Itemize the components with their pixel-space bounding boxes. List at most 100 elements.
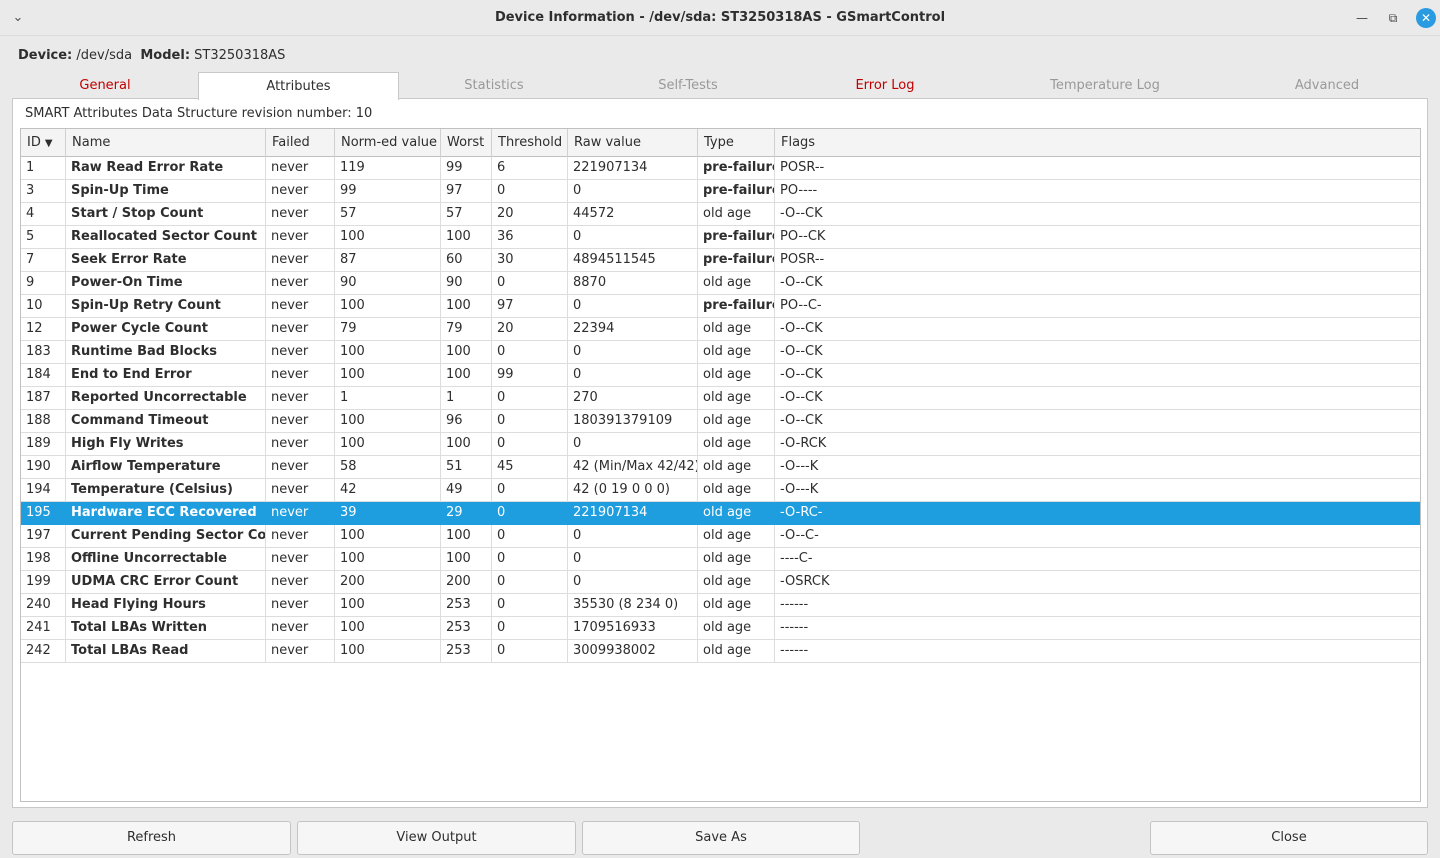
cell-worst: 100 <box>441 295 492 317</box>
table-row[interactable]: 5 Reallocated Sector Count never 100 100 36 0 p… <box>21 226 1420 249</box>
sort-descending-icon: ▼ <box>44 138 53 149</box>
table-row[interactable]: 1 Raw Read Error Rate never 119 99 6 221907134… <box>21 157 1420 180</box>
close-button[interactable]: Close <box>1150 821 1428 855</box>
column-header-failed[interactable]: Failed <box>266 129 335 157</box>
tab-self-tests[interactable]: Self-Tests <box>589 72 787 99</box>
cell-name: Temperature (Celsius) <box>66 479 266 501</box>
cell-failed: never <box>266 433 335 455</box>
cell-norm: 57 <box>335 203 441 225</box>
cell-type: old age <box>698 410 775 432</box>
cell-failed: never <box>266 594 335 616</box>
table-row[interactable]: 10 Spin-Up Retry Count never 100 100 97 0 pre-f… <box>21 295 1420 318</box>
column-header-normed-value[interactable]: Norm-ed value <box>335 129 441 157</box>
cell-id: 5 <box>21 226 66 248</box>
tab-advanced[interactable]: Advanced <box>1227 72 1427 99</box>
cell-failed: never <box>266 318 335 340</box>
table-row[interactable]: 241 Total LBAs Written never 100 253 0 1709516… <box>21 617 1420 640</box>
cell-raw: 35530 (8 234 0) <box>568 594 698 616</box>
cell-worst: 57 <box>441 203 492 225</box>
refresh-button[interactable]: Refresh <box>12 821 291 855</box>
cell-flags: -O-RCK <box>780 436 827 451</box>
column-header-worst[interactable]: Worst <box>441 129 492 157</box>
table-row[interactable]: 4 Start / Stop Count never 57 57 20 44572 old a… <box>21 203 1420 226</box>
tab-statistics[interactable]: Statistics <box>399 72 589 99</box>
cell-worst: 1 <box>441 387 492 409</box>
table-row[interactable]: 188 Command Timeout never 100 96 0 18039137910… <box>21 410 1420 433</box>
table-row[interactable]: 183 Runtime Bad Blocks never 100 100 0 0 old ag… <box>21 341 1420 364</box>
column-header-raw-value[interactable]: Raw value <box>568 129 698 157</box>
cell-worst: 253 <box>441 640 492 662</box>
cell-name: UDMA CRC Error Count <box>66 571 266 593</box>
table-row[interactable]: 199 UDMA CRC Error Count never 200 200 0 0 old … <box>21 571 1420 594</box>
cell-worst: 253 <box>441 594 492 616</box>
cell-id: 187 <box>21 387 66 409</box>
cell-id: 241 <box>21 617 66 639</box>
column-header-flags[interactable]: Flags <box>775 129 1420 157</box>
cell-type: old age <box>698 364 775 386</box>
table-row[interactable]: 242 Total LBAs Read never 100 253 0 3009938002… <box>21 640 1420 663</box>
table-row[interactable]: 190 Airflow Temperature never 58 51 45 42 (Min… <box>21 456 1420 479</box>
cell-id: 190 <box>21 456 66 478</box>
table-row[interactable]: 240 Head Flying Hours never 100 253 0 35530 (8… <box>21 594 1420 617</box>
table-header: ID ▼ Name Failed Norm-ed value Worst Thre… <box>21 129 1420 157</box>
table-row[interactable]: 195 Hardware ECC Recovered never 39 29 0 22190… <box>21 502 1420 525</box>
cell-raw: 1709516933 <box>568 617 698 639</box>
maximize-icon[interactable]: ⧉ <box>1384 9 1402 27</box>
column-header-threshold[interactable]: Threshold <box>492 129 568 157</box>
window-title: Device Information - /dev/sda: ST3250318… <box>494 10 946 25</box>
cell-worst: 100 <box>441 364 492 386</box>
table-row[interactable]: 194 Temperature (Celsius) never 42 49 0 42 (0 … <box>21 479 1420 502</box>
cell-thresh: 0 <box>492 525 568 547</box>
cell-worst: 60 <box>441 249 492 271</box>
table-row[interactable]: 12 Power Cycle Count never 79 79 20 22394 old a… <box>21 318 1420 341</box>
table-row[interactable]: 189 High Fly Writes never 100 100 0 0 old age -O… <box>21 433 1420 456</box>
table-row[interactable]: 184 End to End Error never 100 100 99 0 old age… <box>21 364 1420 387</box>
cell-flags: ------ <box>780 620 809 635</box>
table-row[interactable]: 3 Spin-Up Time never 99 97 0 0 pre-failure PO---… <box>21 180 1420 203</box>
cell-raw: 0 <box>568 525 698 547</box>
cell-norm: 79 <box>335 318 441 340</box>
column-header-name[interactable]: Name <box>66 129 266 157</box>
cell-worst: 253 <box>441 617 492 639</box>
cell-worst: 51 <box>441 456 492 478</box>
table-row[interactable]: 9 Power-On Time never 90 90 0 8870 old age -O--C… <box>21 272 1420 295</box>
minimize-icon[interactable]: — <box>1353 9 1371 27</box>
tab-attributes[interactable]: Attributes <box>198 72 399 100</box>
view-output-button[interactable]: View Output <box>297 821 576 855</box>
cell-thresh: 6 <box>492 157 568 179</box>
title-bar: ⌄ Device Information - /dev/sda: ST32503… <box>0 0 1440 36</box>
attributes-table[interactable]: ID ▼ Name Failed Norm-ed value Worst Thre… <box>20 128 1421 802</box>
cell-failed: never <box>266 387 335 409</box>
cell-id: 12 <box>21 318 66 340</box>
tab-general[interactable]: General <box>12 72 198 99</box>
cell-thresh: 20 <box>492 203 568 225</box>
column-header-id[interactable]: ID ▼ <box>21 129 66 157</box>
cell-worst: 100 <box>441 226 492 248</box>
cell-id: 7 <box>21 249 66 271</box>
cell-type: old age <box>698 456 775 478</box>
cell-norm: 100 <box>335 295 441 317</box>
cell-raw: 180391379109 <box>568 410 698 432</box>
tab-temperature-log[interactable]: Temperature Log <box>983 72 1227 99</box>
table-row[interactable]: 198 Offline Uncorrectable never 100 100 0 0 old… <box>21 548 1420 571</box>
cell-raw: 221907134 <box>568 502 698 524</box>
column-header-type[interactable]: Type <box>698 129 775 157</box>
close-window-icon[interactable]: ✕ <box>1416 8 1436 28</box>
cell-failed: never <box>266 249 335 271</box>
cell-name: Power-On Time <box>66 272 266 294</box>
device-info-line: Device: /dev/sda Model: ST3250318AS <box>18 47 285 65</box>
cell-id: 242 <box>21 640 66 662</box>
table-row[interactable]: 197Current Pending Sector Countnever1001… <box>21 525 1420 548</box>
cell-raw: 0 <box>568 295 698 317</box>
cell-failed: never <box>266 410 335 432</box>
tab-bar: General Attributes Statistics Self-Tests… <box>12 72 1428 100</box>
table-row[interactable]: 187 Reported Uncorrectable never 1 1 0 270 old … <box>21 387 1420 410</box>
cell-name: Raw Read Error Rate <box>66 157 266 179</box>
tab-error-log[interactable]: Error Log <box>787 72 983 99</box>
save-as-button[interactable]: Save As <box>582 821 860 855</box>
cell-raw: 0 <box>568 364 698 386</box>
table-row[interactable]: 7 Seek Error Rate never 87 60 30 4894511545 pre… <box>21 249 1420 272</box>
cell-thresh: 0 <box>492 341 568 363</box>
cell-id: 3 <box>21 180 66 202</box>
cell-failed: never <box>266 180 335 202</box>
